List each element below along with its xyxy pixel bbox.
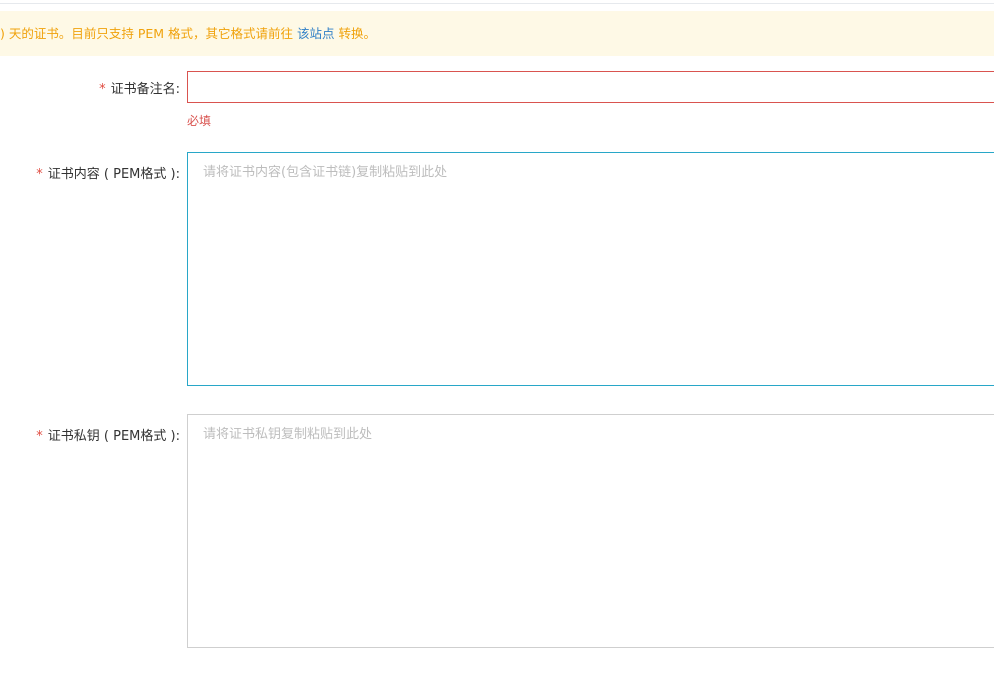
notice-text-before: ) 天的证书。目前只支持 PEM 格式，其它格式请前往 — [0, 26, 297, 41]
private-key-label-text: 证书私钥 ( PEM格式 ): — [47, 429, 180, 444]
cert-name-label-text: 证书备注名: — [110, 82, 180, 97]
notice-text-after: 转换。 — [334, 26, 376, 41]
cert-name-input[interactable] — [187, 71, 994, 103]
format-notice-banner: ) 天的证书。目前只支持 PEM 格式，其它格式请前往 该站点 转换。 — [0, 11, 994, 56]
required-asterisk: * — [36, 429, 43, 444]
cert-name-label: * 证书备注名: — [99, 78, 180, 97]
cert-content-textarea[interactable] — [187, 152, 994, 386]
cert-name-error: 必填 — [187, 114, 212, 128]
converter-site-link[interactable]: 该站点 — [297, 26, 335, 41]
cert-content-label-text: 证书内容 ( PEM格式 ): — [47, 167, 180, 182]
required-asterisk: * — [99, 82, 106, 97]
private-key-label: * 证书私钥 ( PEM格式 ): — [36, 425, 180, 444]
required-asterisk: * — [36, 167, 43, 182]
private-key-textarea[interactable] — [187, 414, 994, 648]
cert-content-label: * 证书内容 ( PEM格式 ): — [36, 163, 180, 182]
top-divider — [0, 3, 994, 4]
